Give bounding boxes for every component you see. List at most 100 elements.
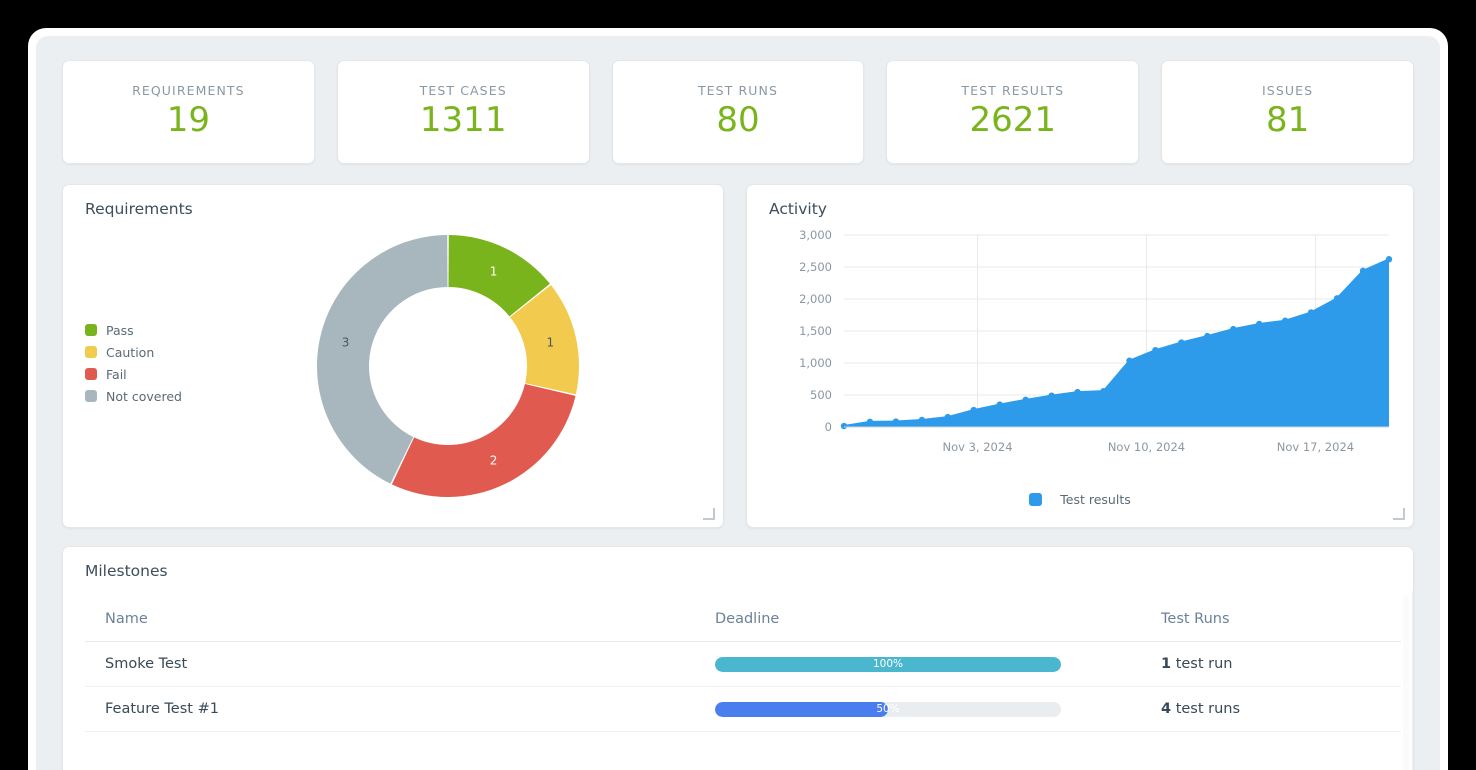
- stat-card-test-cases[interactable]: TEST CASES 1311: [336, 60, 590, 164]
- legend-swatch: [85, 368, 97, 380]
- panel-title-requirements: Requirements: [85, 200, 193, 218]
- stat-card-test-results[interactable]: TEST RESULTS 2621: [886, 60, 1140, 164]
- data-point[interactable]: [1126, 357, 1133, 364]
- table-row[interactable]: Feature Test #1 50% 4 test runs: [85, 686, 1401, 732]
- progress-bar[interactable]: 100%: [715, 656, 1061, 672]
- resize-handle-icon[interactable]: [703, 508, 715, 520]
- data-point[interactable]: [1204, 332, 1211, 340]
- data-point[interactable]: [1074, 388, 1081, 396]
- test-runs-unit: test run: [1171, 656, 1233, 672]
- data-point[interactable]: [996, 401, 1003, 408]
- data-point[interactable]: [1359, 267, 1367, 275]
- legend-label-test-results: Test results: [1060, 492, 1131, 507]
- column-header-name[interactable]: Name: [85, 599, 715, 642]
- y-axis-tick-label: 2,000: [799, 292, 832, 306]
- data-point[interactable]: [1256, 320, 1263, 328]
- stat-label: REQUIREMENTS: [132, 83, 245, 98]
- donut-value-label: 1: [490, 264, 498, 278]
- stats-row: REQUIREMENTS 19 TEST CASES 1311 TEST RUN…: [62, 60, 1414, 164]
- data-point[interactable]: [1307, 309, 1315, 316]
- donut-value-label: 1: [547, 336, 555, 350]
- milestone-name[interactable]: Feature Test #1: [85, 686, 715, 732]
- stat-card-issues[interactable]: ISSUES 81: [1161, 60, 1414, 164]
- stat-label: TEST CASES: [419, 83, 507, 98]
- milestone-test-runs: 1 test run: [1145, 641, 1401, 687]
- data-point[interactable]: [1178, 339, 1185, 346]
- panel-title-milestones: Milestones: [85, 562, 168, 580]
- stat-value: 2621: [969, 100, 1057, 140]
- x-axis-tick-label: Nov 17, 2024: [1277, 440, 1354, 454]
- progress-bar-label: 100%: [872, 658, 904, 670]
- data-point[interactable]: [840, 422, 848, 430]
- y-axis-tick-label: 500: [810, 388, 832, 402]
- stat-card-test-runs[interactable]: TEST RUNS 80: [611, 60, 865, 164]
- activity-legend: Test results: [747, 492, 1413, 507]
- data-point[interactable]: [944, 413, 952, 421]
- milestone-test-runs: 4 test runs: [1145, 686, 1401, 732]
- legend-label: Pass: [106, 322, 134, 338]
- legend-label: Caution: [106, 344, 155, 360]
- legend-item-caution[interactable]: Caution: [85, 341, 182, 363]
- stat-label: TEST RESULTS: [961, 83, 1065, 98]
- table-row[interactable]: Smoke Test 100% 1 test run: [85, 641, 1401, 687]
- milestone-progress-cell: 100%: [715, 641, 1145, 687]
- y-axis-tick-label: 1,500: [799, 324, 832, 338]
- data-point[interactable]: [892, 418, 900, 425]
- y-axis-tick-label: 3,000: [799, 228, 832, 242]
- donut-value-label: 3: [342, 336, 350, 350]
- milestones-panel: Milestones Name Deadline Test Runs Smoke…: [62, 546, 1414, 770]
- activity-svg: 0 500 1,000 1,500 2,000 2,500 3,000 Nov 3, 2024…: [799, 228, 1393, 454]
- activity-area-chart[interactable]: 0 500 1,000 1,500 2,000 2,500 3,000 Nov 3, 2024…: [747, 221, 1415, 491]
- x-axis-tick-label: Nov 3, 2024: [943, 440, 1013, 454]
- donut-value-label: 2: [490, 454, 498, 468]
- data-point[interactable]: [1333, 295, 1341, 302]
- data-point[interactable]: [918, 416, 926, 424]
- legend-swatch-test-results: [1029, 493, 1043, 506]
- stat-value: 19: [166, 100, 211, 140]
- milestones-scrollbar[interactable]: [1403, 595, 1409, 770]
- y-axis-tick-label: 1,000: [799, 356, 832, 370]
- requirements-donut-chart[interactable]: 1 1 2 3: [303, 221, 593, 511]
- stat-label: ISSUES: [1262, 83, 1314, 98]
- legend-swatch: [85, 390, 97, 402]
- stat-value: 80: [716, 100, 760, 140]
- activity-panel: Activity 0 500 1,000 1,500 2,000 2,500 3,000 No…: [746, 184, 1414, 528]
- legend-swatch: [85, 324, 97, 336]
- x-axis-tick-label: Nov 10, 2024: [1108, 440, 1185, 454]
- legend-swatch: [85, 346, 97, 358]
- legend-item-fail[interactable]: Fail: [85, 363, 182, 385]
- legend-item-pass[interactable]: Pass: [85, 319, 182, 341]
- stat-card-requirements[interactable]: REQUIREMENTS 19: [62, 60, 315, 164]
- stat-value: 81: [1265, 100, 1310, 140]
- app-window: REQUIREMENTS 19 TEST CASES 1311 TEST RUN…: [28, 28, 1448, 770]
- donut-svg: 1 1 2 3: [317, 235, 579, 497]
- dashboard-page: REQUIREMENTS 19 TEST CASES 1311 TEST RUN…: [36, 36, 1440, 770]
- progress-bar[interactable]: 50%: [715, 701, 1061, 717]
- column-header-deadline[interactable]: Deadline: [715, 599, 1145, 642]
- stat-value: 1311: [419, 100, 507, 140]
- test-runs-unit: test runs: [1171, 701, 1241, 717]
- data-point[interactable]: [866, 418, 874, 426]
- resize-handle-icon[interactable]: [1393, 508, 1405, 520]
- data-point[interactable]: [1022, 396, 1029, 403]
- milestones-table: Name Deadline Test Runs Smoke Test 100% 1 …: [85, 599, 1401, 732]
- y-axis-tick-label: 0: [825, 420, 832, 434]
- data-point[interactable]: [1152, 347, 1159, 354]
- data-point[interactable]: [970, 406, 977, 414]
- progress-bar-label: 50%: [876, 703, 900, 715]
- data-point[interactable]: [1048, 392, 1055, 399]
- column-header-test-runs[interactable]: Test Runs: [1145, 599, 1401, 642]
- panel-title-activity: Activity: [769, 200, 827, 218]
- data-point[interactable]: [1281, 317, 1289, 324]
- data-point[interactable]: [1100, 387, 1107, 395]
- area-fill: [844, 259, 1389, 427]
- data-point[interactable]: [1385, 256, 1393, 263]
- milestone-progress-cell: 50%: [715, 686, 1145, 732]
- donut-segment-fail[interactable]: [391, 384, 576, 497]
- test-runs-count: 1: [1161, 656, 1172, 672]
- legend-item-not-covered[interactable]: Not covered: [85, 385, 182, 407]
- table-right-divider: [1412, 591, 1413, 770]
- data-point[interactable]: [1230, 325, 1237, 333]
- stat-label: TEST RUNS: [697, 83, 779, 98]
- milestone-name[interactable]: Smoke Test: [85, 641, 715, 687]
